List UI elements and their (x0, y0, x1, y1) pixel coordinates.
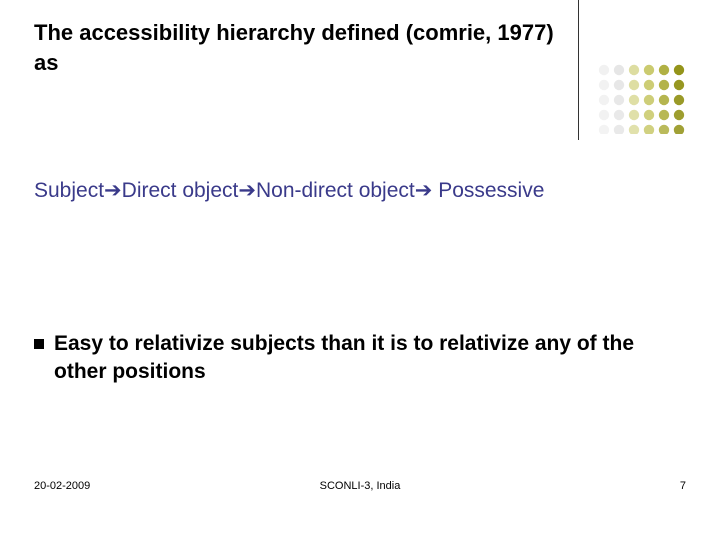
arrow-icon: ➔ (104, 179, 122, 202)
footer-page-number: 7 (680, 480, 686, 492)
hierarchy-line: Subject➔Direct object➔Non-direct object➔… (34, 178, 686, 203)
hierarchy-item: Subject (34, 179, 104, 202)
bullet-item: Easy to relativize subjects than it is t… (34, 330, 686, 387)
hierarchy-item: Possessive (438, 179, 544, 202)
slide-footer: 20-02-2009 SCONLI-3, India 7 (0, 480, 720, 492)
bullet-list: Easy to relativize subjects than it is t… (34, 330, 686, 387)
decorative-dots (596, 62, 696, 134)
header-divider (578, 0, 579, 140)
hierarchy-item: Non-direct object (256, 179, 415, 202)
slide-title: The accessibility hierarchy defined (com… (34, 18, 554, 77)
square-bullet-icon (34, 339, 44, 349)
arrow-icon: ➔ (238, 179, 256, 202)
bullet-text: Easy to relativize subjects than it is t… (54, 330, 686, 387)
footer-venue: SCONLI-3, India (320, 480, 401, 492)
hierarchy-item: Direct object (122, 179, 239, 202)
footer-date: 20-02-2009 (34, 480, 90, 492)
arrow-icon: ➔ (415, 179, 433, 202)
